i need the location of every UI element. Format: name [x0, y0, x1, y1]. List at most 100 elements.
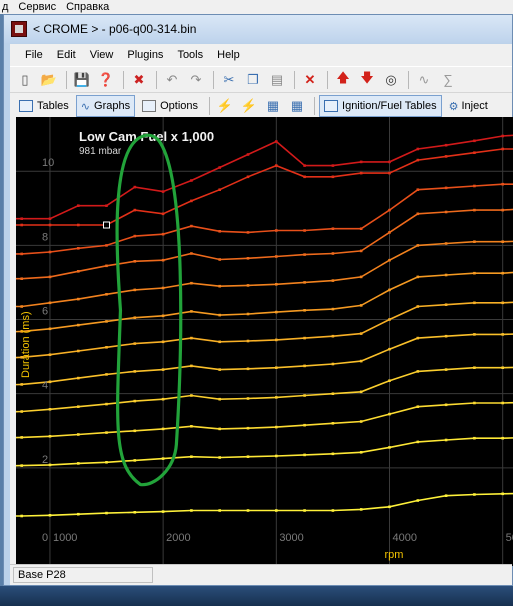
tables-button[interactable]: Tables — [14, 95, 74, 117]
ignition-flash-1-icon[interactable]: ⚡ — [214, 96, 236, 116]
data-point — [331, 422, 335, 425]
map-table-icon[interactable]: ▦ — [262, 96, 284, 116]
data-point — [20, 514, 23, 518]
data-point — [77, 204, 80, 207]
paste-icon[interactable]: ▤ — [266, 70, 288, 90]
data-point — [331, 164, 335, 167]
data-point — [303, 336, 306, 340]
copy-icon[interactable]: ❐ — [242, 70, 264, 90]
data-point — [190, 199, 193, 203]
data-point — [303, 229, 306, 232]
save-icon[interactable]: 💾 — [71, 70, 93, 90]
arrow-down-icon[interactable]: 🡇 — [356, 70, 378, 90]
inject-button[interactable]: ⚙ Inject — [444, 95, 493, 117]
menu-plugins[interactable]: Plugins — [120, 49, 170, 61]
map-table-2-icon[interactable]: ▦ — [286, 96, 308, 116]
data-point — [77, 405, 80, 408]
target-icon[interactable]: ◎ — [380, 70, 402, 90]
series-line — [16, 301, 513, 359]
undo-icon[interactable]: ↶ — [161, 70, 183, 90]
data-point — [161, 427, 165, 431]
desktop-menu-item[interactable]: Сервис — [18, 1, 56, 13]
desktop-menu-item[interactable]: Справка — [66, 1, 109, 13]
data-point — [246, 397, 250, 400]
data-point — [275, 255, 278, 258]
chart-ticks: 1000 2000 3000 4000 5000 0 2 4 6 8 10 — [42, 157, 513, 544]
data-point — [473, 139, 476, 143]
data-point — [161, 314, 165, 318]
data-point — [359, 508, 363, 511]
data-point — [190, 224, 193, 228]
data-point — [416, 275, 420, 279]
new-file-icon[interactable]: ▯ — [14, 70, 36, 90]
y-tick-label: 0 — [42, 532, 48, 544]
data-point — [359, 359, 363, 363]
data-point — [133, 185, 137, 189]
data-point — [105, 293, 108, 296]
data-point — [473, 151, 476, 154]
data-point — [444, 438, 448, 442]
data-point — [190, 509, 193, 512]
data-point — [20, 436, 23, 439]
data-point — [20, 223, 23, 227]
data-point — [444, 155, 448, 158]
data-point — [77, 433, 80, 436]
menu-file[interactable]: File — [18, 49, 50, 61]
main-toolbar: ▯ 📂 💾 ❓ ✖ ↶ ↷ ✂ ❐ ▤ ✕ 🡅 🡇 ◎ ∿ ∑ — [10, 66, 512, 93]
options-button[interactable]: Options — [137, 95, 203, 117]
desktop-menu-item[interactable]: д — [2, 1, 8, 13]
save-as-icon[interactable]: ❓ — [95, 70, 117, 90]
window-title: < CROME > - p06-q00-314.bin — [33, 22, 197, 36]
data-point — [359, 332, 363, 335]
tables-label: Tables — [37, 100, 69, 112]
fuel-graph[interactable]: 100020003000400050000246810 Low Cam Fuel… — [16, 117, 513, 566]
data-point — [218, 188, 221, 191]
data-point — [359, 451, 363, 454]
data-point — [501, 240, 504, 243]
delete-icon[interactable]: ✕ — [299, 70, 321, 90]
arrow-up-icon[interactable]: 🡅 — [332, 70, 354, 90]
data-point — [246, 153, 250, 156]
menu-view[interactable]: View — [83, 49, 121, 61]
fuel-chart-svg[interactable]: 100020003000400050000246810 Low Cam Fuel… — [16, 117, 513, 566]
data-point — [303, 175, 306, 179]
menu-tools[interactable]: Tools — [170, 49, 210, 61]
data-point — [77, 247, 80, 250]
menu-edit[interactable]: Edit — [50, 49, 83, 61]
series-10 — [16, 436, 513, 467]
series-1 — [16, 147, 513, 227]
graph-line-icon[interactable]: ∿ — [413, 70, 435, 90]
menu-help[interactable]: Help — [210, 49, 247, 61]
data-point — [190, 425, 193, 428]
data-point — [501, 147, 504, 151]
data-point — [473, 271, 476, 275]
data-point — [416, 499, 420, 502]
data-point — [303, 164, 306, 167]
data-point — [275, 454, 278, 458]
data-point — [275, 396, 278, 399]
data-point — [48, 223, 52, 227]
graphs-button[interactable]: ∿ Graphs — [75, 95, 136, 117]
y-tick-label: 10 — [42, 157, 54, 169]
data-point — [388, 446, 391, 449]
series-line — [16, 240, 513, 308]
data-point — [133, 370, 137, 373]
data-point — [48, 463, 52, 467]
ignition-flash-2-icon[interactable]: ⚡ — [238, 96, 260, 116]
graph-step-icon[interactable]: ∑ — [437, 70, 459, 90]
data-point — [359, 304, 363, 307]
redo-icon[interactable]: ↷ — [185, 70, 207, 90]
open-folder-icon[interactable]: 📂 — [38, 70, 60, 90]
data-point — [105, 431, 108, 434]
data-point — [473, 301, 476, 305]
title-bar[interactable]: < CROME > - p06-q00-314.bin — [4, 15, 512, 43]
data-point — [359, 160, 363, 164]
data-point — [105, 204, 108, 207]
ignition-fuel-tables-button[interactable]: Ignition/Fuel Tables — [319, 95, 442, 117]
data-point — [501, 134, 504, 138]
close-file-icon[interactable]: ✖ — [128, 70, 150, 90]
table-icon — [19, 100, 33, 112]
menu-bar: File Edit View Plugins Tools Help — [10, 44, 512, 66]
client-area: File Edit View Plugins Tools Help ▯ 📂 💾 … — [10, 44, 513, 585]
cut-icon[interactable]: ✂ — [218, 70, 240, 90]
